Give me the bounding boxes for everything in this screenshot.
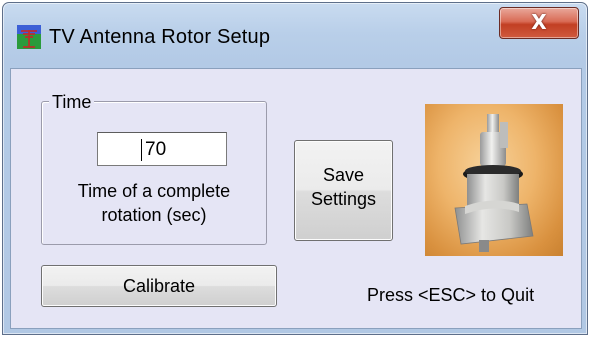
rotation-time-description: Time of a complete rotation (sec) — [47, 179, 261, 227]
rotation-time-value: 70 — [145, 139, 167, 160]
calibrate-button-label: Calibrate — [122, 276, 196, 296]
save-button-line-2: Settings — [310, 189, 377, 209]
save-settings-button[interactable]: Save Settings — [294, 140, 393, 241]
calibrate-button[interactable]: Calibrate — [41, 265, 277, 307]
text-caret — [141, 139, 142, 161]
app-window: TV Antenna Rotor Setup X Time 70 Time of… — [2, 2, 588, 335]
antenna-app-icon — [17, 25, 41, 49]
client-area: Time 70 Time of a complete rotation (sec… — [10, 68, 582, 329]
save-button-line-1: Save — [322, 165, 365, 185]
window-title: TV Antenna Rotor Setup — [49, 26, 271, 48]
description-line-2: rotation (sec) — [101, 205, 207, 225]
close-button[interactable]: X — [499, 7, 579, 39]
title-bar[interactable]: TV Antenna Rotor Setup X — [3, 3, 587, 67]
rotor-illustration — [454, 114, 534, 252]
antenna-rotor-photo — [425, 104, 563, 256]
close-x-icon: X — [531, 10, 547, 34]
description-line-1: Time of a complete — [77, 181, 231, 201]
time-group-label: Time — [49, 92, 95, 113]
quit-hint: Press <ESC> to Quit — [367, 285, 535, 305]
rotation-time-input[interactable]: 70 — [97, 132, 227, 166]
